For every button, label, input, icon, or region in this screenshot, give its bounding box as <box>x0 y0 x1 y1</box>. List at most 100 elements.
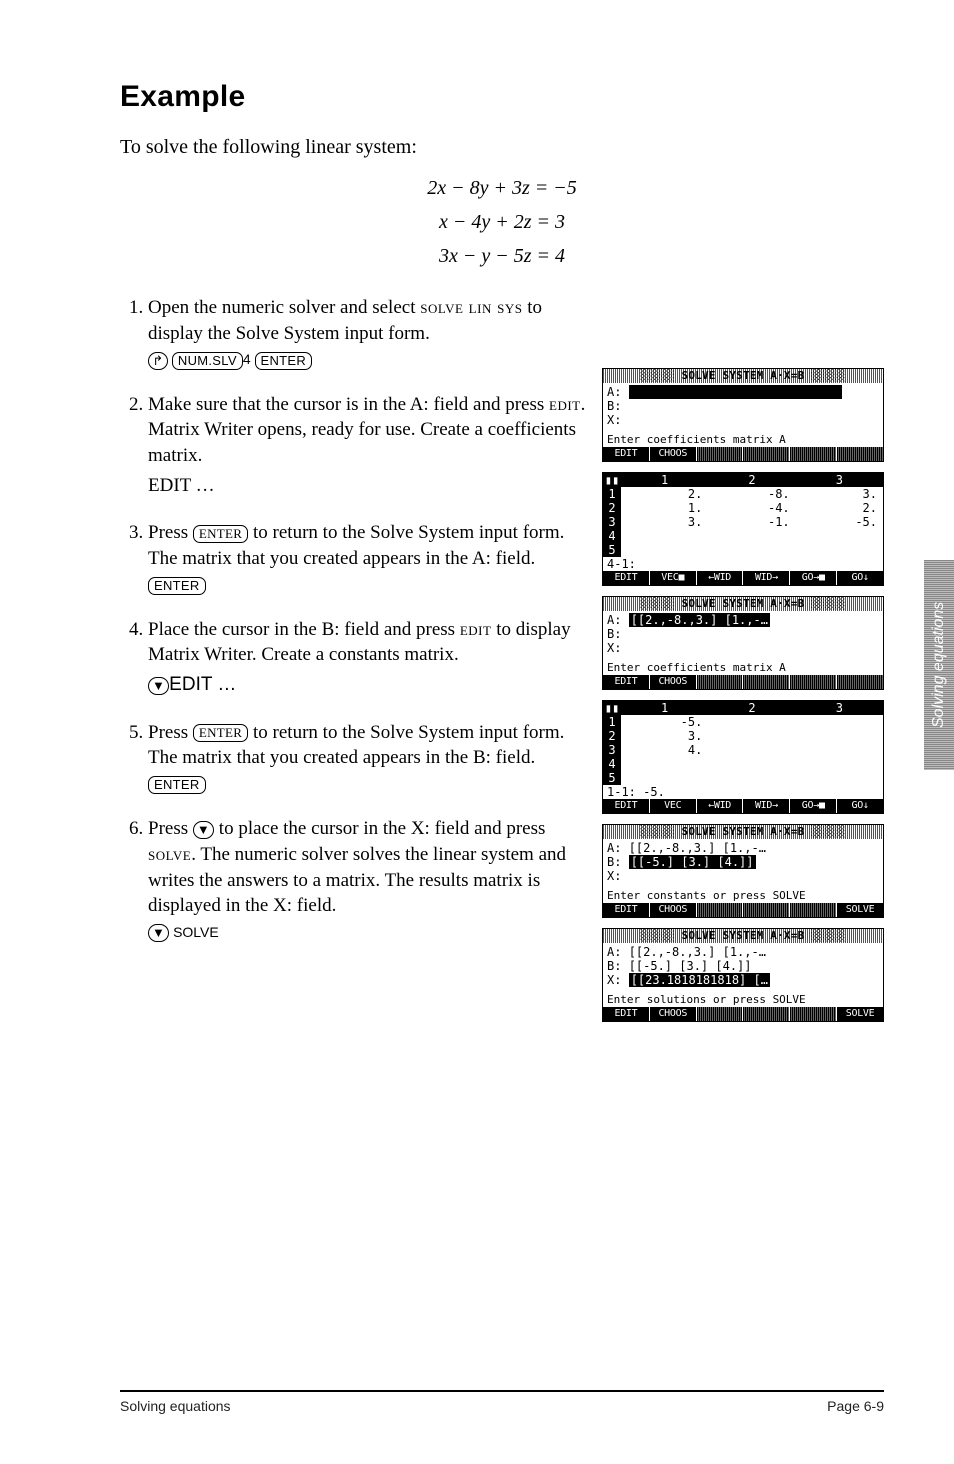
menu-edit: EDIT <box>603 447 649 461</box>
step-6-text-a: Press <box>148 818 193 839</box>
menu-blank <box>743 447 789 461</box>
down-key-inline: ▼ <box>193 821 214 839</box>
screen-2-status: 4-1: <box>603 557 883 571</box>
mw-corner: ▮▮ <box>603 473 621 487</box>
step-5-keys: ENTER <box>148 775 594 794</box>
step-6-text-b: to place the cursor in the X: field and … <box>214 818 545 839</box>
step-4-keys: ▼EDIT … <box>148 672 594 698</box>
equation-3: 3x − y − 5z = 4 <box>120 241 884 271</box>
step-2-sub: EDIT … <box>148 473 594 499</box>
screen-4: ▮▮ 1 2 3 1-5. 23. 34. 4 5 1-1: -5. EDIT … <box>602 700 884 814</box>
menu-vec: VEC■ <box>650 571 696 585</box>
screen-5-X: X: <box>607 869 879 883</box>
step-6-sc: solve <box>148 844 191 865</box>
mw-c: 3. <box>621 515 708 529</box>
screen-5-B: B: [[-5.] [3.] [4.]] <box>607 855 879 869</box>
step-6-text-c: . The numeric solver solves the linear s… <box>148 844 566 916</box>
mw-c: 2. <box>796 501 883 515</box>
step-1-keys: ↱ NUM.SLV4 ENTER <box>148 350 594 369</box>
step-6-sub: SOLVE <box>173 924 219 940</box>
step-1-sc: solve lin sys <box>420 297 522 318</box>
down-key: ▼ <box>148 677 169 695</box>
screens-column: ░░░░░ SOLVE SYSTEM A·X=B ░░░░░ A: B: X: … <box>602 368 884 1022</box>
menu-go1: GO→■ <box>790 571 836 585</box>
mw-c: 1. <box>621 501 708 515</box>
step-4-sub: EDIT … <box>169 674 236 695</box>
mw-r1h: 1 <box>603 487 621 501</box>
menu-edit: EDIT <box>603 675 649 689</box>
screen-3-title: ░░░░░ SOLVE SYSTEM A·X=B ░░░░░ <box>603 597 883 611</box>
down-key-2: ▼ <box>148 924 169 942</box>
step-3-text-a: Press <box>148 522 193 543</box>
step-6-keys: ▼ SOLVE <box>148 923 594 942</box>
mw-c: -1. <box>708 515 795 529</box>
screen-1-A: A: <box>607 385 879 399</box>
screen-4-status: 1-1: -5. <box>603 785 883 799</box>
menu-blank <box>790 447 836 461</box>
screen-3: ░░░░░ SOLVE SYSTEM A·X=B ░░░░░ A: [[2.,-… <box>602 596 884 690</box>
intro-text: To solve the following linear system: <box>120 136 884 159</box>
page-footer: Solving equations Page 6-9 <box>120 1390 884 1414</box>
screen-4-menu: EDIT VEC ←WID WID→ GO→■ GO↓ <box>603 799 883 813</box>
screen-1-help: Enter coefficients matrix A <box>607 433 879 447</box>
screen-6-X: X: [[23.1818181818] [… <box>607 973 879 987</box>
enter-key-3: ENTER <box>148 776 206 794</box>
menu-widl: ←WID <box>697 571 743 585</box>
step-5-text-a: Press <box>148 722 193 743</box>
screen-3-help: Enter coefficients matrix A <box>607 661 879 675</box>
screen-6-B: B: [[-5.] [3.] [4.]] <box>607 959 879 973</box>
screen-6: ░░░░░ SOLVE SYSTEM A·X=B ░░░░░ A: [[2.,-… <box>602 928 884 1022</box>
step-1-text-a: Open the numeric solver and select <box>148 297 420 318</box>
step-2-sc: edit <box>549 394 581 415</box>
step-3-keys: ENTER <box>148 575 594 594</box>
screen-6-help: Enter solutions or press SOLVE <box>607 993 879 1007</box>
screen-6-title: ░░░░░ SOLVE SYSTEM A·X=B ░░░░░ <box>603 929 883 943</box>
enter-key: ENTER <box>255 352 313 370</box>
chapter-side-tab: Solving equations <box>924 560 954 770</box>
screen-1-X: X: <box>607 413 879 427</box>
screen-5-title: ░░░░░ SOLVE SYSTEM A·X=B ░░░░░ <box>603 825 883 839</box>
mw-c: 3. <box>796 487 883 501</box>
mw-c: 2. <box>621 487 708 501</box>
menu-blank <box>697 447 743 461</box>
footer-right: Page 6-9 <box>827 1398 884 1414</box>
enter-key-inline-2: ENTER <box>193 724 248 742</box>
mw-c: -5. <box>796 515 883 529</box>
menu-choos: CHOOS <box>650 675 696 689</box>
step-4-sc: edit <box>460 619 492 640</box>
menu-widr: WID→ <box>743 571 789 585</box>
screen-1-B: B: <box>607 399 879 413</box>
equations-block: 2x − 8y + 3z = −5 x − 4y + 2z = 3 3x − y… <box>120 173 884 271</box>
numslv-key: NUM.SLV <box>172 352 243 370</box>
screen-6-A: A: [[2.,-8.,3.] [1.,-… <box>607 945 879 959</box>
equation-2: x − 4y + 2z = 3 <box>120 207 884 237</box>
menu-go2: GO↓ <box>837 571 883 585</box>
screen-5-help: Enter constants or press SOLVE <box>607 889 879 903</box>
menu-choos: CHOOS <box>650 447 696 461</box>
enter-key-2: ENTER <box>148 577 206 595</box>
screen-5-A: A: [[2.,-8.,3.] [1.,-… <box>607 841 879 855</box>
screen-1-title: ░░░░░ SOLVE SYSTEM A·X=B ░░░░░ <box>603 369 883 383</box>
equation-1: 2x − 8y + 3z = −5 <box>120 173 884 203</box>
mw-h2: 2 <box>708 473 795 487</box>
mw-c: -8. <box>708 487 795 501</box>
four-key: 4 <box>243 351 251 367</box>
step-4-text-a: Place the cursor in the B: field and pre… <box>148 619 460 640</box>
example-heading: Example <box>120 80 884 114</box>
menu-edit: EDIT <box>603 571 649 585</box>
mw-h3: 3 <box>796 473 883 487</box>
screen-2: ▮▮ 1 2 3 12.-8.3. 21.-4.2. 33.-1.-5. 4 5… <box>602 472 884 586</box>
mw-r4h: 4 <box>603 529 621 543</box>
screen-5: ░░░░░ SOLVE SYSTEM A·X=B ░░░░░ A: [[2.,-… <box>602 824 884 918</box>
screen-3-A: A: [[2.,-8.,3.] [1.,-… <box>607 613 879 627</box>
shift-right-key: ↱ <box>148 352 168 370</box>
screen-3-menu: EDIT CHOOS <box>603 675 883 689</box>
menu-blank <box>837 447 883 461</box>
enter-key-inline: ENTER <box>193 525 248 543</box>
step-2-text-a: Make sure that the cursor is in the A: f… <box>148 394 549 415</box>
screen-6-menu: EDIT CHOOS SOLVE <box>603 1007 883 1021</box>
mw-r5h: 5 <box>603 543 621 557</box>
footer-left: Solving equations <box>120 1398 231 1414</box>
screen-2-menu: EDIT VEC■ ←WID WID→ GO→■ GO↓ <box>603 571 883 585</box>
screen-5-menu: EDIT CHOOS SOLVE <box>603 903 883 917</box>
